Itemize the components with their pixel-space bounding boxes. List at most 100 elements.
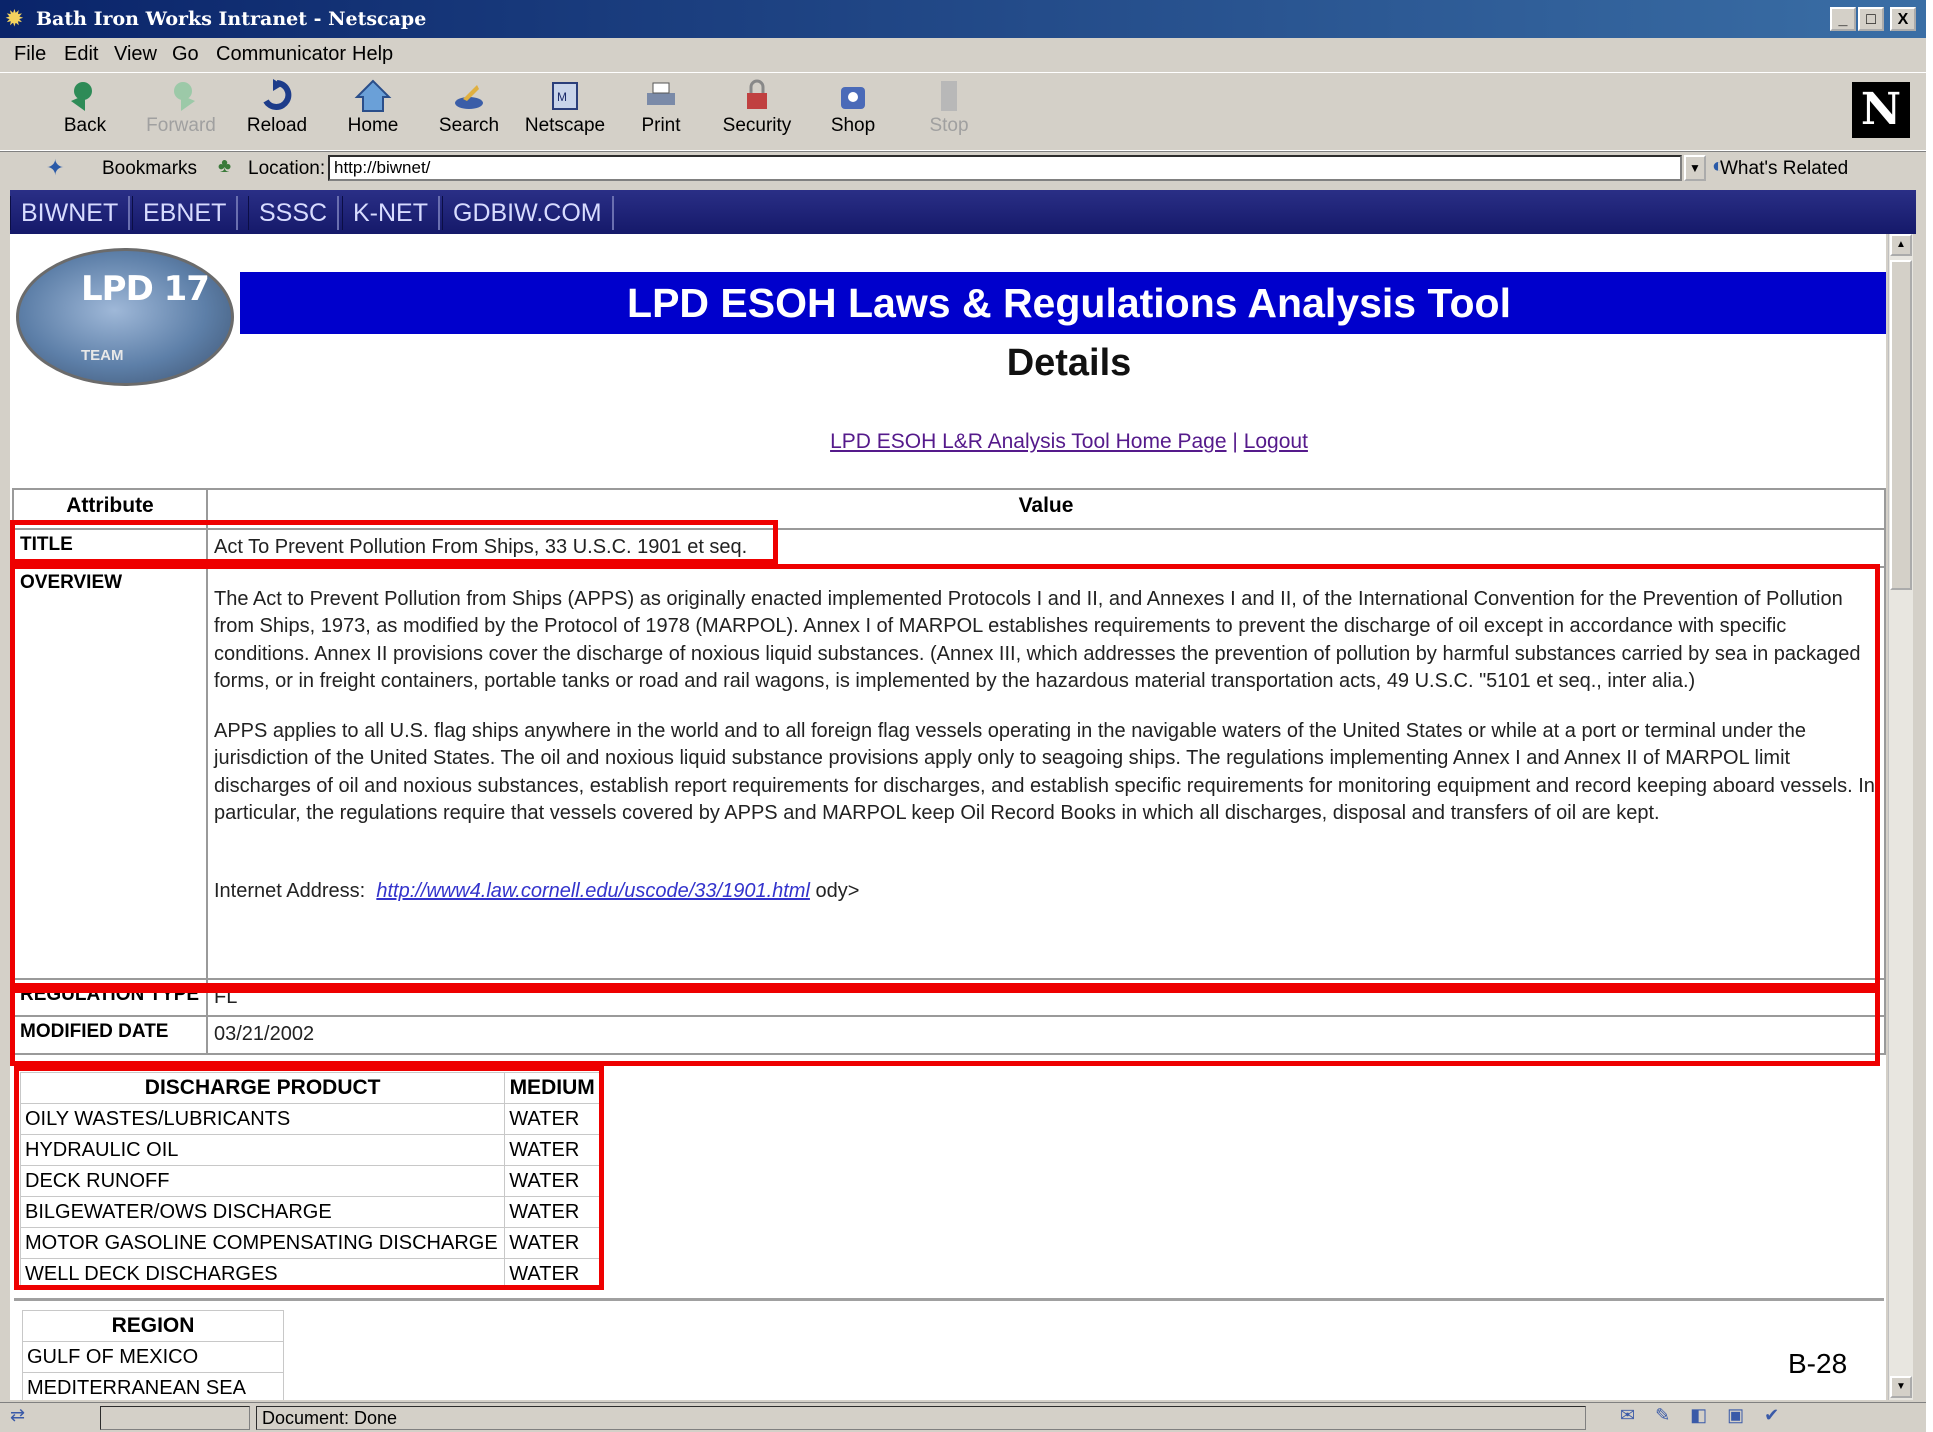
shop-button[interactable]: Shop	[808, 77, 898, 147]
window-title: Bath Iron Works Intranet - Netscape	[36, 8, 427, 30]
maximize-button[interactable]: □	[1858, 7, 1884, 31]
netscape-logo: N	[1852, 82, 1910, 138]
svg-text:M: M	[557, 90, 567, 104]
menu-view[interactable]: View	[114, 38, 157, 70]
nav-gdbiw[interactable]: GDBIW.COM	[442, 196, 614, 230]
details-table: Attribute Value TITLE Act To Prevent Pol…	[12, 488, 1886, 1055]
netscape-app-icon: ✹	[6, 8, 23, 30]
reload-label: Reload	[246, 115, 308, 136]
stop-icon	[941, 81, 957, 111]
nav-biwnet[interactable]: BIWNET	[10, 196, 131, 230]
reload-button[interactable]: Reload	[232, 77, 322, 147]
navigation-toolbar: Back Forward Reload Home Search M Netsca…	[0, 72, 1926, 152]
back-arrow-icon	[71, 82, 92, 111]
table-row: MOTOR GASOLINE COMPENSATING DISCHARGE WAT…	[19, 1227, 600, 1259]
minimize-button[interactable]: _	[1830, 7, 1856, 31]
discharge-header-row: DISCHARGE PRODUCT MEDIUM	[19, 1072, 600, 1104]
value-header: Value	[206, 488, 1886, 530]
home-label: Home	[347, 115, 399, 136]
internet-address-label: Internet Address:	[214, 879, 366, 902]
logout-link[interactable]: Logout	[1244, 430, 1308, 453]
discharge-product-cell: DECK RUNOFF	[19, 1165, 506, 1197]
menu-communicator[interactable]: Communicator	[216, 38, 346, 70]
link-separator: |	[1232, 430, 1238, 453]
netscape-label: Netscape	[524, 115, 606, 136]
region-header: REGION	[22, 1310, 284, 1342]
table-row: BILGEWATER/OWS DISCHARGE WATER	[19, 1196, 600, 1228]
modified-date-label: MODIFIED DATE	[12, 1015, 208, 1055]
security-button[interactable]: Security	[712, 77, 802, 147]
table-row: WELL DECK DISCHARGES WATER	[19, 1258, 600, 1290]
page-number: B-28	[1788, 1348, 1848, 1379]
location-url-input[interactable]: http://biwnet/	[328, 155, 1682, 181]
medium-cell: WATER	[504, 1196, 600, 1228]
reload-icon	[263, 79, 292, 110]
scroll-down-arrow[interactable]: ▼	[1890, 1376, 1912, 1398]
vertical-scrollbar[interactable]: ▲ ▼	[1888, 234, 1913, 1400]
modified-date-row: MODIFIED DATE 03/21/2002	[12, 1015, 1886, 1055]
back-button[interactable]: Back	[40, 77, 130, 147]
location-label: Location:	[248, 158, 326, 179]
print-button[interactable]: Print	[616, 77, 706, 147]
page-content: LPD 17 TEAM LPD ESOH Laws & Regulations …	[10, 234, 1886, 1400]
logo-text: LPD 17	[81, 269, 210, 309]
search-button[interactable]: Search	[424, 77, 514, 147]
internet-address: Internet Address: http://www4.law.cornel…	[214, 878, 1878, 906]
stop-button[interactable]: Stop	[904, 77, 994, 147]
home-page-link[interactable]: LPD ESOH L&R Analysis Tool Home Page	[830, 430, 1226, 453]
medium-cell: WATER	[504, 1227, 600, 1259]
location-toolbar: ✦ Bookmarks ♣ Location: http://biwnet/ ▼…	[0, 150, 1926, 187]
shop-label: Shop	[830, 115, 876, 136]
home-button[interactable]: Home	[328, 77, 418, 147]
component-bar-icons[interactable]: ✉✎◧▣✔	[1620, 1405, 1799, 1426]
overview-paragraph-1: The Act to Prevent Pollution from Ships …	[214, 587, 1861, 693]
location-dropdown-arrow[interactable]: ▼	[1684, 155, 1706, 181]
scroll-thumb[interactable]	[1890, 260, 1912, 590]
logo-subtext: TEAM	[81, 347, 124, 364]
medium-cell: WATER	[504, 1165, 600, 1197]
nav-knet[interactable]: K-NET	[342, 196, 440, 230]
whats-related-button[interactable]: What's Related	[1720, 158, 1848, 180]
regulation-type-row: REGULATION TYPE FL	[12, 977, 1886, 1017]
forward-arrow-icon	[174, 82, 195, 111]
print-label: Print	[641, 115, 681, 136]
browser-window: ✹ Bath Iron Works Intranet - Netscape _ …	[0, 0, 1926, 1432]
netscape-icon: M	[552, 82, 578, 110]
forward-label: Forward	[146, 115, 216, 136]
nav-sssc[interactable]: SSSC	[248, 196, 340, 230]
page-subtitle: Details	[1006, 342, 1132, 384]
internet-address-link[interactable]: http://www4.law.cornell.edu/uscode/33/19…	[376, 880, 810, 902]
scroll-up-arrow[interactable]: ▲	[1890, 234, 1912, 256]
bookmarks-icon: ✦	[46, 155, 65, 180]
search-label: Search	[438, 115, 500, 136]
region-cell: GULF OF MEXICO	[22, 1341, 284, 1373]
medium-cell: WATER	[504, 1258, 600, 1290]
menu-bar: File Edit View Go Communicator Help	[0, 38, 1926, 70]
overview-value: The Act to Prevent Pollution from Ships …	[206, 565, 1886, 980]
details-header-row: Attribute Value	[12, 488, 1886, 530]
section-divider	[14, 1298, 1884, 1301]
site-nav-bar: BIWNET EBNET SSSC K-NET GDBIW.COM	[10, 190, 1916, 234]
progress-field	[100, 1406, 250, 1430]
security-label: Security	[722, 115, 792, 136]
discharge-product-cell: OILY WASTES/LUBRICANTS	[19, 1103, 506, 1135]
medium-cell: WATER	[504, 1103, 600, 1135]
title-label: TITLE	[12, 528, 208, 568]
table-row: DECK RUNOFF WATER	[19, 1165, 600, 1197]
menu-help[interactable]: Help	[352, 38, 393, 70]
menu-go[interactable]: Go	[172, 38, 199, 70]
region-cell: MEDITERRANEAN SEA	[22, 1372, 284, 1400]
discharge-product-cell: MOTOR GASOLINE COMPENSATING DISCHARGE	[19, 1227, 506, 1259]
menu-edit[interactable]: Edit	[64, 38, 98, 70]
netscape-button[interactable]: M Netscape	[520, 77, 610, 147]
close-button[interactable]: X	[1890, 7, 1916, 31]
bookmarks-button[interactable]: Bookmarks	[102, 158, 197, 180]
menu-file[interactable]: File	[14, 38, 46, 70]
medium-header: MEDIUM	[504, 1072, 600, 1104]
nav-ebnet[interactable]: EBNET	[132, 196, 239, 230]
forward-button[interactable]: Forward	[136, 77, 226, 147]
table-row: MEDITERRANEAN SEA	[22, 1372, 284, 1400]
overview-paragraph-2: APPS applies to all U.S. flag ships anyw…	[214, 719, 1875, 825]
regulation-type-label: REGULATION TYPE	[12, 977, 208, 1017]
region-table: REGION GULF OF MEXICO MEDITERRANEAN SEA	[22, 1310, 284, 1400]
